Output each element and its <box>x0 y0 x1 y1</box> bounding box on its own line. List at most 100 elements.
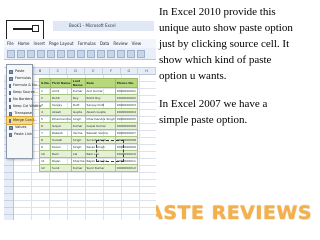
ribbon-button[interactable] <box>127 50 135 58</box>
table-cell[interactable]: 1 <box>38 87 52 95</box>
ribbon-button[interactable] <box>97 50 105 58</box>
table-cell[interactable]: Karan <box>50 143 72 151</box>
table-cell[interactable]: 8 <box>38 136 52 144</box>
ribbon-button[interactable] <box>17 50 25 58</box>
table-cell[interactable]: 12 <box>38 164 52 172</box>
table-cell[interactable]: Singh <box>70 115 86 123</box>
table-cell[interactable]: Akash Gupta <box>84 108 116 116</box>
menu-insert[interactable]: Insert <box>34 39 45 48</box>
ribbon-button[interactable] <box>47 50 55 58</box>
table-cell[interactable]: Amit <box>50 87 72 95</box>
menu-data[interactable]: Data <box>100 39 110 48</box>
paste-menu-item[interactable]: Formulas <box>7 75 32 82</box>
paste-menu-item[interactable]: No Borders <box>7 96 32 103</box>
table-cell[interactable]: Suresh <box>50 136 72 144</box>
table-cell[interactable]: 6 <box>38 122 52 130</box>
paste-menu-item[interactable]: Keep Col Widths <box>7 103 41 110</box>
ribbon-button[interactable] <box>117 50 125 58</box>
table-cell[interactable]: Kumar <box>70 164 86 172</box>
table-cell[interactable]: Rohit <box>50 94 72 102</box>
table-cell[interactable]: 2 <box>38 94 52 102</box>
table-cell[interactable]: Anil Kumar <box>84 87 116 95</box>
table-cell[interactable]: Verma <box>70 129 86 137</box>
quick-access-customize-icon[interactable] <box>6 20 44 41</box>
menu-formulas[interactable]: Formulas <box>78 39 96 48</box>
table-cell[interactable]: Sunil <box>50 164 72 172</box>
paste-icon <box>9 125 13 130</box>
ribbon-button[interactable] <box>67 50 75 58</box>
ribbon-button[interactable] <box>137 50 145 58</box>
table-cell[interactable]: Sunil Kumar <box>84 164 116 172</box>
table-cell[interactable]: 9 <box>38 143 52 151</box>
column-header[interactable]: B <box>32 68 50 74</box>
paste-menu-item[interactable]: Formula & Nu... <box>7 82 40 89</box>
paste-menu-item[interactable]: Paste <box>7 68 32 75</box>
table-cell[interactable]: Gopal Kumar <box>84 122 116 130</box>
table-header[interactable]: S.No. <box>38 78 52 88</box>
table-cell[interactable]: 10 <box>38 150 52 158</box>
table-cell[interactable]: 9000000002 <box>114 94 138 102</box>
table-cell[interactable]: Rakesh Verma <box>84 129 116 137</box>
table-cell[interactable]: 11 <box>38 157 52 165</box>
table-cell[interactable]: Roy <box>70 94 86 102</box>
paste-menu-item[interactable]: Keep Source... <box>7 89 38 96</box>
table-cell[interactable]: Lal <box>70 150 86 158</box>
paste-icon <box>9 69 13 74</box>
paste-menu-item[interactable]: Transpose <box>7 110 32 117</box>
table-cell[interactable]: 7 <box>38 129 52 137</box>
table-cell[interactable]: 9000000003 <box>114 101 138 109</box>
ribbon-button[interactable] <box>87 50 95 58</box>
menu-view[interactable]: View <box>132 39 142 48</box>
table-row: 3 Sanjay Dutt Sanjay Dutt 9000000003 <box>38 101 138 109</box>
table-cell[interactable]: 9000000006 <box>114 122 138 130</box>
paste-menu-item[interactable]: Values <box>7 124 32 131</box>
table-cell[interactable]: Singh <box>70 136 86 144</box>
paste-icon <box>9 104 11 109</box>
menu-review[interactable]: Review <box>113 39 127 48</box>
table-cell[interactable]: 9000000007 <box>114 129 138 137</box>
table-cell[interactable]: 9000000012 <box>114 164 138 172</box>
table-header[interactable]: Phone No. <box>114 78 138 88</box>
table-cell[interactable]: Sharma <box>70 157 86 165</box>
ribbon-button[interactable] <box>37 50 45 58</box>
paste-menu-item[interactable]: Paste Link <box>7 131 32 138</box>
table-cell[interactable]: Dharmendra <box>50 115 72 123</box>
ribbon-button[interactable] <box>57 50 65 58</box>
table-cell[interactable]: 5 <box>38 115 52 123</box>
table-cell[interactable]: Sanjay Dutt <box>84 101 116 109</box>
table-cell[interactable]: 9000000005 <box>114 115 138 123</box>
table-header[interactable]: Last Name <box>70 78 86 88</box>
table-cell[interactable]: Singh <box>70 143 86 151</box>
column-header[interactable]: H <box>138 68 156 74</box>
ribbon-button[interactable] <box>107 50 115 58</box>
table-cell[interactable]: Rakesh <box>50 129 72 137</box>
table-cell[interactable]: 9000000001 <box>114 87 138 95</box>
table-header[interactable]: First Name <box>50 78 72 88</box>
column-header[interactable]: E <box>85 68 103 74</box>
table-cell[interactable]: Kumar <box>70 87 86 95</box>
excel-2010-description: In Excel 2010 provide this unique auto s… <box>159 6 293 82</box>
column-header[interactable]: G <box>121 68 139 74</box>
ribbon-button[interactable] <box>27 50 35 58</box>
table-cell[interactable]: Dharmendra Singh <box>84 115 116 123</box>
ribbon-button[interactable] <box>7 50 15 58</box>
column-header[interactable]: F <box>103 68 121 74</box>
table-cell[interactable]: Rajan <box>50 157 72 165</box>
table-cell[interactable]: Akash <box>50 108 72 116</box>
table-cell[interactable]: Sanjay <box>50 101 72 109</box>
column-header[interactable]: C <box>50 68 68 74</box>
menu-home[interactable]: Home <box>18 39 30 48</box>
table-cell[interactable]: Rohit Roy <box>84 94 116 102</box>
table-header[interactable]: Role <box>84 78 116 88</box>
table-cell[interactable]: 9000000004 <box>114 108 138 116</box>
paste-menu-item-selected[interactable]: Merge Cond... <box>6 116 37 125</box>
table-cell[interactable]: Gupta <box>70 108 86 116</box>
column-header[interactable]: D <box>67 68 85 74</box>
menu-file[interactable]: File <box>7 39 14 48</box>
ribbon-button[interactable] <box>77 50 85 58</box>
table-cell[interactable]: Ram <box>50 150 72 158</box>
table-cell[interactable]: Kumar <box>70 122 86 130</box>
table-cell[interactable]: Gopal <box>50 122 72 130</box>
table-cell[interactable]: Dutt <box>70 101 86 109</box>
menu-page-layout[interactable]: Page Layout <box>49 39 74 48</box>
